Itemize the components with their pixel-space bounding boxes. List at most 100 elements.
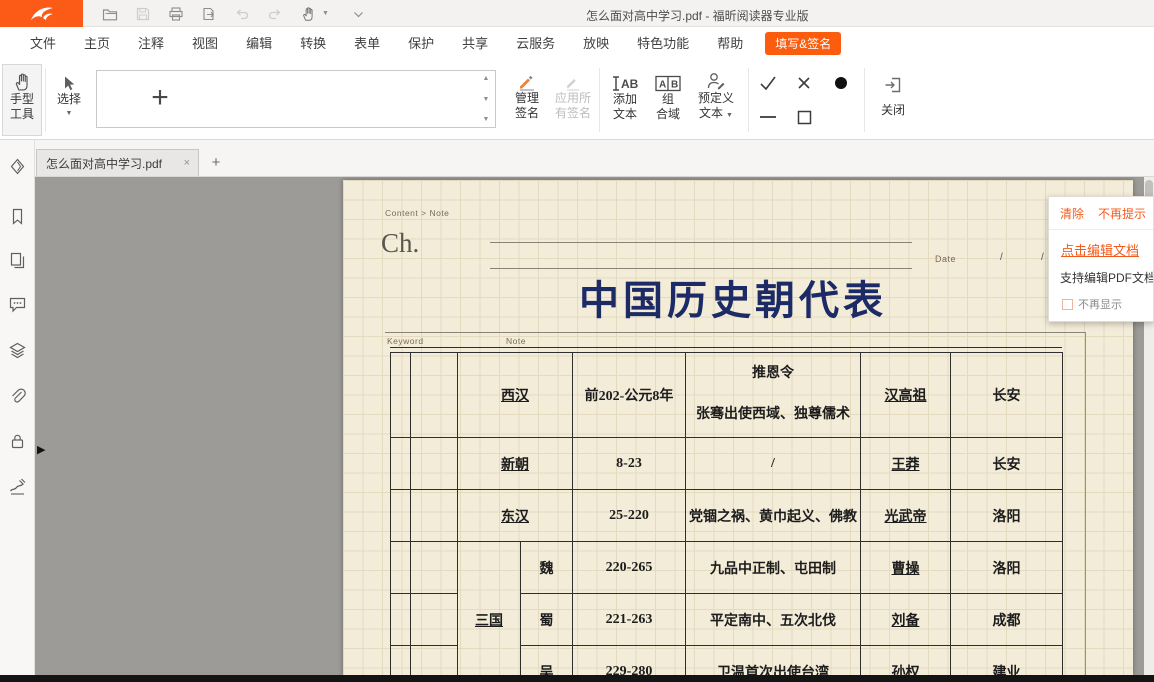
layers-icon	[8, 341, 27, 360]
manage-signatures-button[interactable]: 管理 签名	[506, 64, 548, 136]
ribbon-fill-sign: 手型 工具 选择 ▼ + ▲ ▼ ▼ 管理 签名 应用所 有签名	[0, 60, 1154, 140]
menu-item-view[interactable]: 视图	[178, 27, 232, 60]
capital-text: 长安	[951, 353, 1063, 438]
add-text-button[interactable]: AB 添加 文本	[603, 64, 647, 136]
redo-button[interactable]	[265, 4, 285, 24]
menu-item-comment[interactable]: 注释	[124, 27, 178, 60]
dynasty-link[interactable]: 西汉	[458, 353, 573, 438]
menu-item-features[interactable]: 特色功能	[623, 27, 703, 60]
document-tab[interactable]: 怎么面对高中学习.pdf ×	[36, 149, 199, 176]
foxit-logo[interactable]	[0, 0, 83, 27]
hand-tool-quick-button[interactable]	[298, 4, 318, 24]
table-top-rule	[390, 347, 1062, 348]
comment-bubble-icon	[8, 295, 27, 314]
tab-close-icon[interactable]: ×	[182, 157, 192, 169]
open-file-button[interactable]	[100, 4, 120, 24]
sidebar-attachments[interactable]	[8, 387, 27, 406]
sub-dynasty-label: 吴	[521, 646, 573, 676]
save-icon	[135, 6, 151, 22]
founder-link[interactable]: 汉高祖	[861, 353, 951, 438]
menu-item-home[interactable]: 主页	[70, 27, 124, 60]
popup-edit-document-link[interactable]: 点击编辑文档	[1061, 240, 1153, 259]
founder-link[interactable]: 孙权	[861, 646, 951, 676]
exit-icon	[883, 75, 903, 95]
capital-text: 洛阳	[951, 490, 1063, 542]
predefined-dropdown-icon[interactable]: ▼	[726, 112, 733, 119]
sidebar-pages[interactable]	[8, 251, 27, 270]
stamp-line-button[interactable]	[755, 104, 781, 130]
menu-item-form[interactable]: 表单	[340, 27, 394, 60]
sidebar-comments[interactable]	[8, 295, 27, 314]
capital-text: 成都	[951, 594, 1063, 646]
add-text-icon: AB	[611, 75, 639, 92]
edit-hint-popup: 清除 不再提示 点击编辑文档 支持编辑PDF文档 不再显示	[1048, 196, 1154, 322]
sidebar-annotation-tool[interactable]	[8, 157, 27, 176]
pages-icon	[8, 251, 27, 270]
undo-button[interactable]	[232, 4, 252, 24]
menu-item-present[interactable]: 放映	[569, 27, 623, 60]
tab-fill-sign-badge[interactable]: 填写&签名	[765, 32, 841, 55]
founder-link[interactable]: 光武帝	[861, 490, 951, 542]
signature-list-box: + ▲ ▼ ▼	[96, 70, 496, 128]
combine-fields-button[interactable]: AB 组 合域	[648, 64, 688, 136]
select-dropdown-icon[interactable]: ▼	[66, 110, 73, 117]
apply-all-signatures-button[interactable]: 应用所 有签名	[549, 64, 597, 136]
new-tab-button[interactable]: +	[207, 154, 225, 172]
menu-item-file[interactable]: 文件	[16, 27, 70, 60]
svg-text:B: B	[671, 80, 678, 91]
menu-item-share[interactable]: 共享	[448, 27, 502, 60]
hand-icon	[13, 72, 32, 92]
founder-link[interactable]: 王莽	[861, 438, 951, 490]
menu-item-help[interactable]: 帮助	[703, 27, 757, 60]
signature-scroll-down-icon[interactable]: ▼	[483, 96, 490, 103]
menu-item-cloud[interactable]: 云服务	[502, 27, 569, 60]
add-signature-button[interactable]: +	[143, 79, 177, 119]
dynasty-link[interactable]: 东汉	[458, 490, 573, 542]
ribbon-divider	[45, 68, 46, 132]
dot-icon	[833, 75, 849, 91]
export-button[interactable]	[199, 4, 219, 24]
founder-link[interactable]: 刘备	[861, 594, 951, 646]
stamp-dot-button[interactable]	[828, 70, 854, 96]
period-value: 229-280	[573, 646, 686, 676]
check-icon	[758, 74, 778, 92]
menu-item-protect[interactable]: 保护	[394, 27, 448, 60]
sidebar-security[interactable]	[8, 432, 27, 451]
founder-link[interactable]: 曹操	[861, 542, 951, 594]
dynasty-link[interactable]: 新朝	[458, 438, 573, 490]
table-row: 新朝 8-23 / 王莽 长安	[391, 438, 1063, 490]
select-tool-button[interactable]: 选择 ▼	[48, 64, 90, 136]
close-fill-sign-button[interactable]: 关闭	[872, 64, 914, 136]
sidebar-digital-signature[interactable]	[8, 477, 27, 496]
signature-expand-icon[interactable]: ▼	[483, 116, 490, 123]
page-breadcrumb: Content > Note	[385, 208, 449, 218]
toolbar-collapse-icon[interactable]	[348, 4, 368, 24]
hand-tool-button[interactable]: 手型 工具	[2, 64, 42, 136]
capital-text: 建业	[951, 646, 1063, 676]
stamp-square-button[interactable]	[791, 104, 817, 130]
signature-scroll-up-icon[interactable]: ▲	[483, 75, 490, 82]
menu-item-edit[interactable]: 编辑	[232, 27, 286, 60]
sidebar-bookmarks[interactable]	[8, 207, 27, 226]
predefined-text-button[interactable]: 预定义 文本▼	[690, 64, 742, 136]
save-button[interactable]	[133, 4, 153, 24]
dynasty-group-link[interactable]: 三国	[458, 542, 521, 676]
popup-clear-link[interactable]: 清除	[1060, 205, 1084, 222]
undo-icon	[234, 6, 250, 22]
menubar: 文件 主页 注释 视图 编辑 转换 表单 保护 共享 云服务 放映 特色功能 帮…	[0, 27, 1154, 60]
stamp-cross-button[interactable]	[791, 70, 817, 96]
sidebar-layers[interactable]	[8, 341, 27, 360]
popup-dont-remind-link[interactable]: 不再提示	[1098, 205, 1146, 222]
dont-show-checkbox[interactable]	[1062, 299, 1073, 310]
stamp-check-button[interactable]	[755, 70, 781, 96]
events-text: 党锢之祸、黄巾起义、佛教	[686, 490, 861, 542]
sub-dynasty-label: 蜀	[521, 594, 573, 646]
dont-show-label: 不再显示	[1078, 296, 1122, 312]
print-button[interactable]	[166, 4, 186, 24]
menu-item-convert[interactable]: 转换	[286, 27, 340, 60]
hand-tool-dropdown-icon[interactable]: ▼	[322, 10, 329, 17]
sidebar-expand-handle[interactable]: ▶	[37, 443, 45, 456]
date-separator: /	[1000, 252, 1003, 263]
keyword-label: Keyword	[387, 336, 424, 346]
document-tab-label: 怎么面对高中学习.pdf	[46, 155, 182, 172]
